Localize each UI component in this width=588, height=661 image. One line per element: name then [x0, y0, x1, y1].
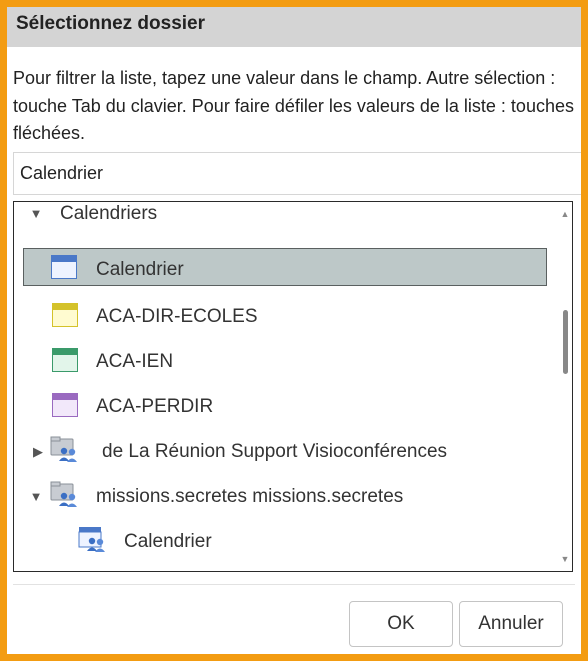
calendar-green-icon — [52, 348, 78, 372]
calendar-blue-icon — [51, 255, 77, 279]
dialog-titlebar: Sélectionnez dossier — [7, 7, 581, 47]
tree-item-label: Calendrier — [96, 259, 184, 280]
tree-item-calendriers[interactable]: ▼ Calendriers — [14, 202, 559, 240]
tree-item-label: missions.secretes missions.secretes — [96, 486, 404, 507]
expanded-arrow-icon[interactable]: ▼ — [28, 488, 44, 504]
folder-tree[interactable]: ▼ Calendriers Calendrier ACA-DIR-ECOLES — [13, 201, 573, 572]
instructions-text: Pour filtrer la liste, tapez une valeur … — [13, 68, 574, 143]
tree-item-label: ACA-IEN — [96, 351, 174, 372]
select-folder-dialog: Sélectionnez dossier Pour filtrer la lis… — [7, 7, 581, 654]
scroll-up-icon[interactable]: ▲ — [558, 207, 572, 221]
tree-item-label: ACA-DIR-ECOLES — [96, 306, 258, 327]
shared-folder-icon — [50, 436, 77, 462]
tree-item-aca-dir-ecoles[interactable]: ACA-DIR-ECOLES — [14, 297, 559, 335]
tree-item-label: Calendriers — [60, 203, 158, 224]
tree-scrollbar[interactable]: ▲ ▼ — [558, 202, 572, 571]
cancel-button[interactable]: Annuler — [459, 601, 563, 647]
scroll-thumb[interactable] — [563, 310, 568, 374]
tree-item-shared-calendrier[interactable]: Calendrier — [14, 522, 559, 560]
dialog-title: Sélectionnez dossier — [16, 13, 206, 34]
tree-item-aca-ien[interactable]: ACA-IEN — [14, 342, 559, 380]
expanded-arrow-icon[interactable]: ▼ — [28, 205, 44, 221]
tree-item-support-visio[interactable]: ▶ de La Réunion Support Visioconférences — [14, 432, 559, 470]
tree-item-label: de La Réunion Support Visioconférences — [102, 441, 448, 462]
collapsed-arrow-icon[interactable]: ▶ — [30, 443, 46, 459]
ok-button[interactable]: OK — [349, 601, 453, 647]
calendar-purple-icon — [52, 393, 78, 417]
calendar-yellow-icon — [52, 303, 78, 327]
shared-folder-icon — [50, 481, 77, 507]
scroll-down-icon[interactable]: ▼ — [558, 552, 572, 566]
shared-calendar-icon — [78, 527, 105, 552]
tree-item-calendrier-selected[interactable]: Calendrier — [23, 248, 547, 286]
footer-divider — [13, 584, 575, 585]
tree-item-missions-secretes[interactable]: ▼ missions.secretes missions.secretes — [14, 477, 559, 515]
tree-item-aca-perdir[interactable]: ACA-PERDIR — [14, 387, 559, 425]
tree-item-label: ACA-PERDIR — [96, 396, 214, 417]
tree-item-label: Calendrier — [124, 531, 212, 552]
search-input[interactable] — [13, 152, 581, 195]
